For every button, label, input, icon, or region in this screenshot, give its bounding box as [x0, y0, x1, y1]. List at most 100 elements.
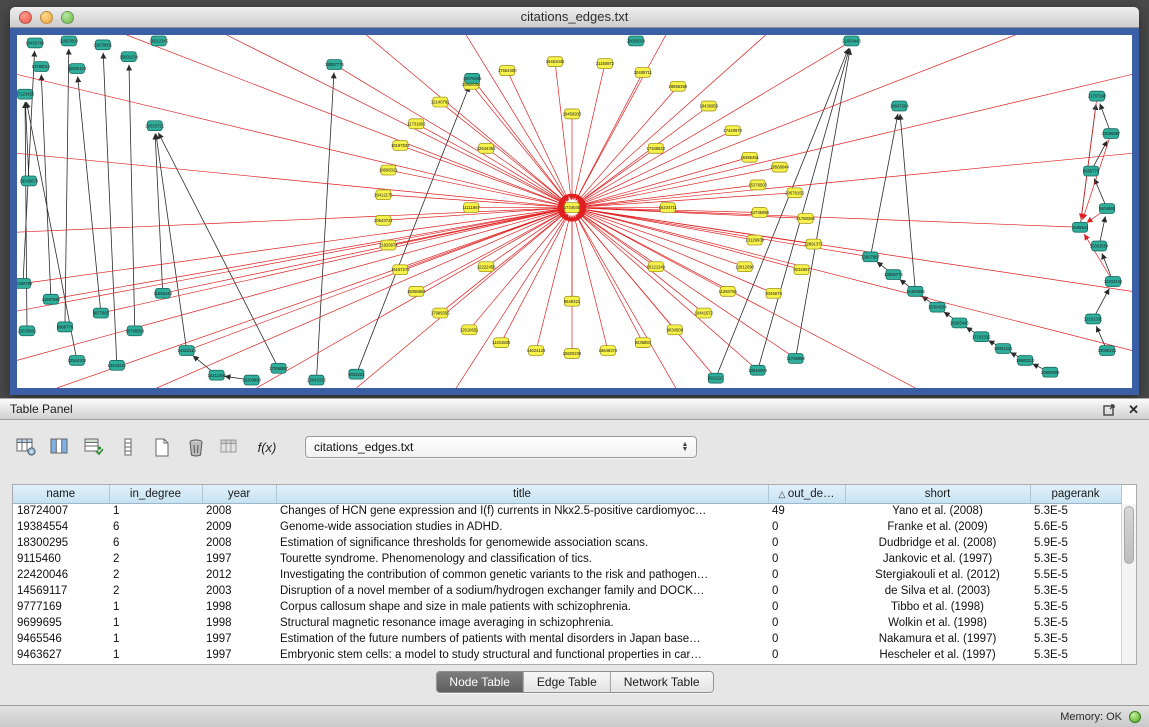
table-settings-icon[interactable]: [12, 434, 39, 461]
table-cell[interactable]: 0: [768, 599, 845, 615]
graph-node[interactable]: 10197533: [391, 141, 410, 151]
table-cell[interactable]: Hescheler et al. (1997): [845, 647, 1030, 663]
tab-node-table[interactable]: Node Table: [436, 672, 524, 692]
table-cell[interactable]: Estimation of the future numbers of pati…: [276, 631, 768, 647]
graph-node[interactable]: 21707998: [1088, 91, 1107, 101]
graph-node[interactable]: 9505776: [1083, 166, 1100, 176]
graph-node[interactable]: 13506776: [884, 270, 903, 280]
table-cell[interactable]: 5.5E-5: [1030, 567, 1121, 583]
graph-node[interactable]: 15376503: [748, 180, 767, 190]
graph-node[interactable]: 19076665: [463, 73, 482, 83]
table-cell[interactable]: 1: [109, 503, 202, 519]
graph-node[interactable]: 13433221: [108, 360, 127, 370]
table-row[interactable]: 946554611997Estimation of the future num…: [13, 631, 1121, 647]
graph-node[interactable]: 20409711: [634, 68, 653, 78]
table-cell[interactable]: 5.3E-5: [1030, 599, 1121, 615]
table-cell[interactable]: 0: [768, 583, 845, 599]
table-cell[interactable]: 1: [109, 615, 202, 631]
graph-node[interactable]: 11708998: [786, 353, 805, 363]
graph-node[interactable]: 14890123: [68, 64, 87, 74]
table-cell[interactable]: 1997: [202, 551, 276, 567]
graph-node[interactable]: 16109998: [242, 375, 261, 385]
table-cell[interactable]: 5.3E-5: [1030, 615, 1121, 631]
table-row[interactable]: 1456911722003Disruption of a novel membe…: [13, 583, 1121, 599]
graph-node[interactable]: 17345822: [647, 143, 666, 153]
table-cell[interactable]: 9465546: [13, 631, 109, 647]
table-row[interactable]: 946362711997Embryonic stem cells: a mode…: [13, 647, 1121, 663]
graph-node[interactable]: 16461045: [546, 57, 565, 67]
table-cell[interactable]: 1997: [202, 631, 276, 647]
graph-node[interactable]: 19412175: [374, 190, 393, 200]
graph-node[interactable]: 18436956: [699, 101, 718, 111]
scrollbar-thumb[interactable]: [1124, 506, 1134, 564]
table-cell[interactable]: 5.9E-5: [1030, 535, 1121, 551]
table-cell[interactable]: Wolkin et al. (1998): [845, 615, 1030, 631]
column-header-pagerank[interactable]: pagerank: [1030, 485, 1121, 503]
tab-edge-table[interactable]: Edge Table: [524, 672, 611, 692]
graph-node[interactable]: 13129938: [745, 235, 764, 245]
graph-node[interactable]: 11202443: [1104, 277, 1123, 287]
table-cell[interactable]: 2: [109, 583, 202, 599]
table-cell[interactable]: 5.3E-5: [1030, 631, 1121, 647]
graph-node[interactable]: 18698321: [379, 165, 398, 175]
graph-node[interactable]: 20633721: [145, 121, 164, 131]
graph-node[interactable]: 14624123: [527, 346, 546, 356]
table-cell[interactable]: 0: [768, 631, 845, 647]
table-row[interactable]: 911546021997Tourette syndrome. Phenomeno…: [13, 551, 1121, 567]
graph-node[interactable]: 17102332: [972, 332, 991, 342]
table-cell[interactable]: 1997: [202, 647, 276, 663]
graph-node[interactable]: 16234711: [659, 203, 678, 213]
graph-node[interactable]: 19345678: [20, 176, 39, 186]
show-columns-icon[interactable]: [46, 434, 73, 461]
graph-node[interactable]: 17123456: [17, 89, 35, 99]
graph-node[interactable]: 20065554: [627, 36, 646, 46]
graph-node[interactable]: 10441572: [694, 308, 713, 318]
table-cell[interactable]: 0: [768, 647, 845, 663]
graph-node[interactable]: 21780266: [796, 213, 815, 223]
table-cell[interactable]: 49: [768, 503, 845, 519]
table-cell[interactable]: 1: [109, 599, 202, 615]
table-cell[interactable]: 18300295: [13, 535, 109, 551]
table-cell[interactable]: Investigating the contribution of common…: [276, 567, 768, 583]
table-cell[interactable]: Changes of HCN gene expression and I(f) …: [276, 503, 768, 519]
table-row[interactable]: 1872400712008Changes of HCN gene express…: [13, 503, 1121, 519]
graph-node[interactable]: 19900110: [1016, 355, 1035, 365]
graph-node[interactable]: 17554300: [498, 66, 517, 76]
table-cell[interactable]: 5.6E-5: [1030, 519, 1121, 535]
graph-node[interactable]: 18001221: [994, 344, 1013, 354]
graph-node[interactable]: 14322110: [178, 346, 197, 356]
table-cell[interactable]: 5.3E-5: [1030, 647, 1121, 663]
table-cell[interactable]: Structural magnetic resonance image aver…: [276, 615, 768, 631]
graph-node[interactable]: 11431505: [492, 338, 511, 348]
graph-node[interactable]: 19565358: [669, 81, 688, 91]
table-cell[interactable]: 0: [768, 551, 845, 567]
graph-node[interactable]: 12222456: [477, 262, 496, 272]
graph-node[interactable]: 12544332: [68, 355, 87, 365]
graph-node[interactable]: 22606887: [1102, 129, 1121, 139]
table-cell[interactable]: 5.3E-5: [1030, 503, 1121, 519]
graph-node[interactable]: 21926974: [379, 240, 398, 250]
memory-status-indicator[interactable]: [1129, 711, 1141, 723]
table-cell[interactable]: 14569117: [13, 583, 109, 599]
graph-node[interactable]: 15121349: [647, 262, 666, 272]
minimize-window-button[interactable]: [40, 11, 53, 24]
graph-node[interactable]: 10810009: [748, 365, 767, 375]
graph-node[interactable]: 10456789: [26, 38, 45, 48]
table-cell[interactable]: Tourette syndrome. Phenomenology and cla…: [276, 551, 768, 567]
table-cell[interactable]: 19384554: [13, 519, 109, 535]
graph-node[interactable]: 10766554: [125, 326, 144, 336]
graph-node[interactable]: 11283756: [719, 286, 738, 296]
table-cell[interactable]: 1998: [202, 599, 276, 615]
graph-node[interactable]: 17440979: [723, 126, 742, 136]
table-cell[interactable]: Franke et al. (2009): [845, 519, 1030, 535]
graph-node[interactable]: 9921110: [708, 373, 724, 383]
table-cell[interactable]: 6: [109, 535, 202, 551]
graph-node[interactable]: 16012345: [149, 36, 168, 46]
graph-node[interactable]: 15211009: [207, 370, 226, 380]
graph-node[interactable]: 22891377: [804, 239, 823, 249]
table-cell[interactable]: 0: [768, 567, 845, 583]
table-cell[interactable]: Tibbo et al. (1998): [845, 599, 1030, 615]
graph-node[interactable]: 21150872: [596, 59, 615, 69]
graph-node[interactable]: 16157278: [391, 265, 410, 275]
import-table-icon[interactable]: [216, 434, 243, 461]
